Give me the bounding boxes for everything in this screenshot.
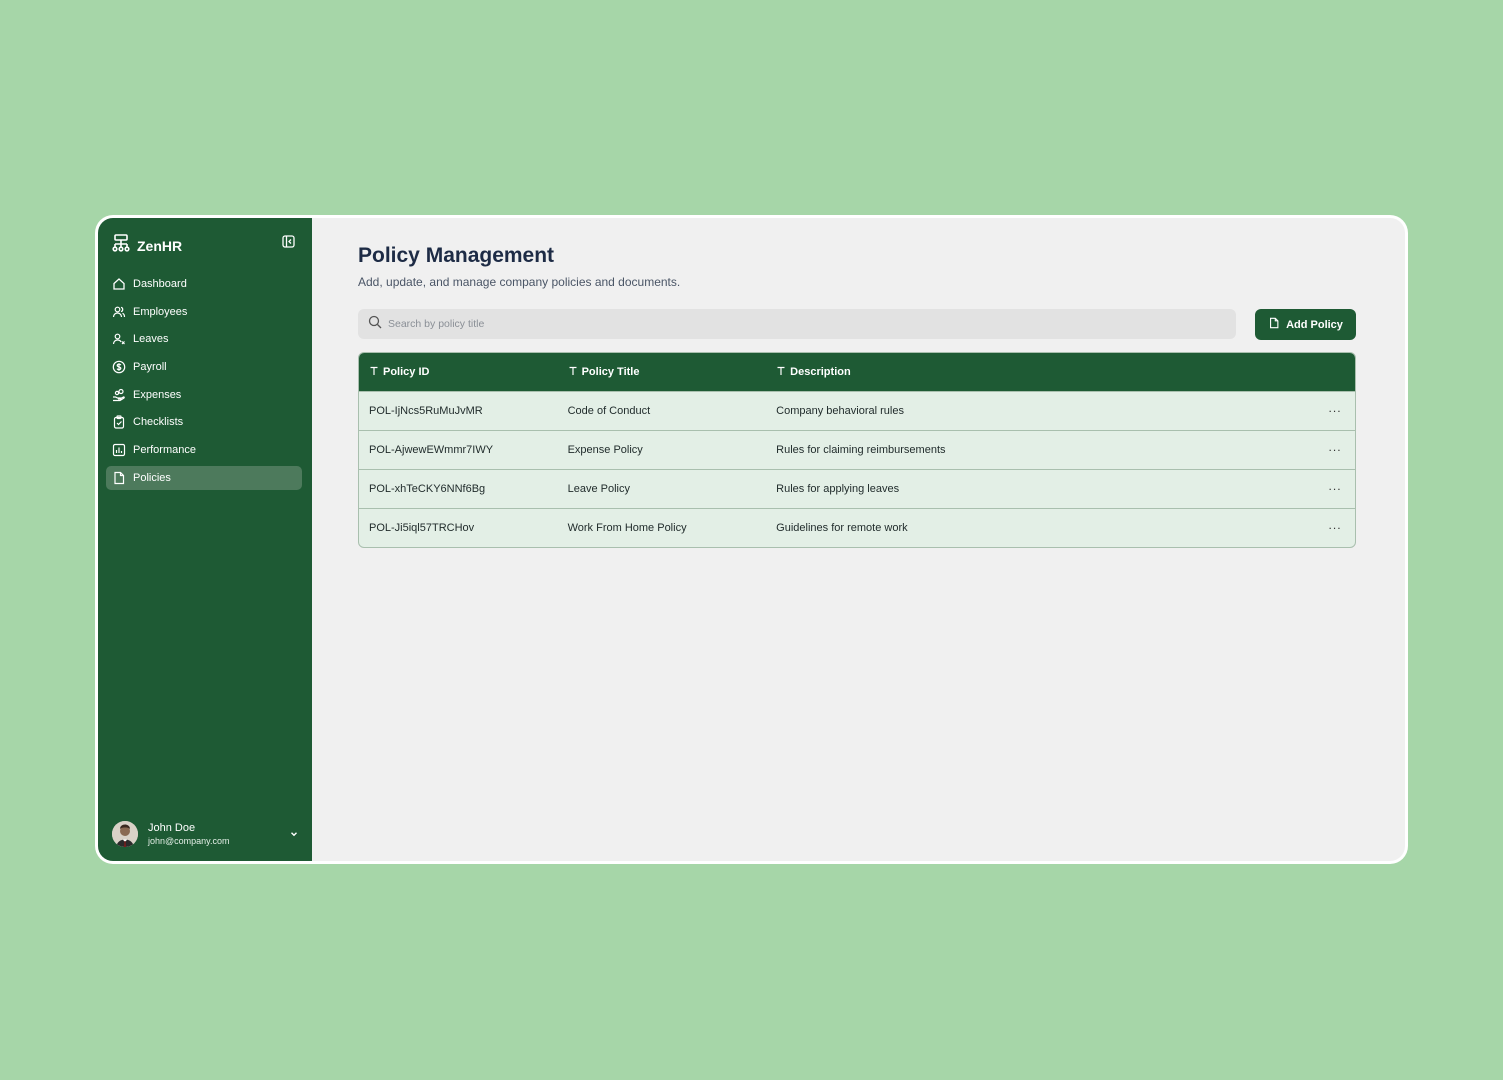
add-policy-label: Add Policy (1286, 318, 1343, 331)
description-cell: Company behavioral rules (776, 405, 904, 417)
user-x-icon (112, 332, 126, 346)
file-icon (112, 471, 126, 485)
column-label: Description (790, 366, 851, 378)
table-row[interactable]: POL-xhTeCKY6NNf6Bg Leave Policy Rules fo… (359, 469, 1355, 508)
sidebar-item-performance[interactable]: Performance (106, 438, 302, 462)
brand-name: ZenHR (137, 237, 183, 254)
sidebar-item-label: Performance (133, 444, 196, 457)
sidebar-item-employees[interactable]: Employees (106, 300, 302, 324)
more-actions-icon[interactable]: ... (1329, 441, 1342, 453)
text-type-icon (568, 366, 578, 379)
bar-chart-icon (112, 443, 126, 457)
search-bar (358, 309, 1236, 339)
sidebar-nav: Dashboard Employees Leaves Payroll Expen… (106, 272, 302, 494)
sidebar-item-expenses[interactable]: Expenses (106, 383, 302, 407)
brand[interactable]: ZenHR (111, 233, 182, 258)
policy-id-cell: POL-AjwewEWmmr7IWY (369, 444, 494, 456)
app-window: ZenHR Dashboard Employees Leaves Payroll… (95, 215, 1408, 864)
search-icon (368, 315, 382, 334)
more-actions-icon[interactable]: ... (1329, 402, 1342, 414)
sidebar-item-label: Expenses (133, 388, 182, 401)
chevron-down-icon (288, 828, 300, 840)
user-email: john@company.com (148, 835, 230, 846)
description-cell: Rules for applying leaves (776, 483, 900, 495)
table-row[interactable]: POL-IjNcs5RuMuJvMR Code of Conduct Compa… (359, 391, 1355, 430)
page-subtitle: Add, update, and manage company policies… (358, 275, 681, 289)
avatar (112, 821, 138, 847)
sidebar-item-payroll[interactable]: Payroll (106, 355, 302, 379)
org-chart-logo-icon (111, 233, 131, 258)
policy-title-cell: Work From Home Policy (567, 522, 687, 534)
file-icon (1268, 317, 1280, 332)
policies-table: Policy ID Policy Title Description POL-I… (358, 352, 1356, 548)
search-input[interactable] (388, 318, 1188, 330)
sidebar-item-label: Leaves (133, 333, 169, 346)
dollar-circle-icon (112, 360, 126, 374)
text-type-icon (776, 366, 786, 379)
sidebar-item-label: Policies (133, 471, 171, 484)
sidebar-item-checklists[interactable]: Checklists (106, 410, 302, 434)
users-icon (112, 305, 126, 319)
table-row[interactable]: POL-AjwewEWmmr7IWY Expense Policy Rules … (359, 430, 1355, 469)
column-label: Policy ID (383, 366, 430, 378)
sidebar-item-label: Payroll (133, 361, 167, 374)
table-header: Policy ID Policy Title Description (359, 353, 1355, 391)
column-header-policy-title[interactable]: Policy Title (568, 366, 777, 379)
policy-title-cell: Code of Conduct (567, 405, 651, 417)
column-header-description[interactable]: Description (776, 366, 1315, 379)
sidebar: ZenHR Dashboard Employees Leaves Payroll… (98, 218, 312, 861)
sidebar-item-dashboard[interactable]: Dashboard (106, 272, 302, 296)
column-header-policy-id[interactable]: Policy ID (359, 366, 568, 379)
policy-title-cell: Expense Policy (567, 444, 643, 456)
description-cell: Rules for claiming reimbursements (776, 444, 946, 456)
sidebar-item-label: Dashboard (133, 278, 187, 290)
home-icon (112, 277, 126, 291)
policy-id-cell: POL-IjNcs5RuMuJvMR (369, 405, 483, 417)
more-actions-icon[interactable]: ... (1329, 519, 1342, 531)
collapse-sidebar-button[interactable] (280, 235, 296, 253)
sidebar-collapse-icon (281, 235, 295, 253)
text-type-icon (369, 366, 379, 379)
clipboard-check-icon (112, 415, 126, 430)
user-name: John Doe (148, 821, 196, 834)
table-row[interactable]: POL-Ji5iql57TRCHov Work From Home Policy… (359, 508, 1355, 547)
sidebar-item-leaves[interactable]: Leaves (106, 327, 302, 351)
sidebar-item-label: Checklists (133, 416, 184, 429)
policy-id-cell: POL-xhTeCKY6NNf6Bg (369, 483, 486, 495)
sidebar-item-policies[interactable]: Policies (106, 465, 302, 490)
add-policy-button[interactable]: Add Policy (1255, 309, 1356, 340)
user-menu[interactable]: John Doe john@company.com (112, 819, 300, 849)
description-cell: Guidelines for remote work (776, 522, 908, 534)
more-actions-icon[interactable]: ... (1329, 480, 1342, 492)
policy-id-cell: POL-Ji5iql57TRCHov (369, 522, 475, 534)
policy-title-cell: Leave Policy (567, 483, 630, 495)
sidebar-item-label: Employees (133, 305, 188, 318)
main-content: Policy Management Add, update, and manag… (312, 218, 1405, 861)
hand-coins-icon (112, 388, 126, 402)
column-label: Policy Title (581, 366, 640, 378)
page-title: Policy Management (358, 244, 555, 267)
